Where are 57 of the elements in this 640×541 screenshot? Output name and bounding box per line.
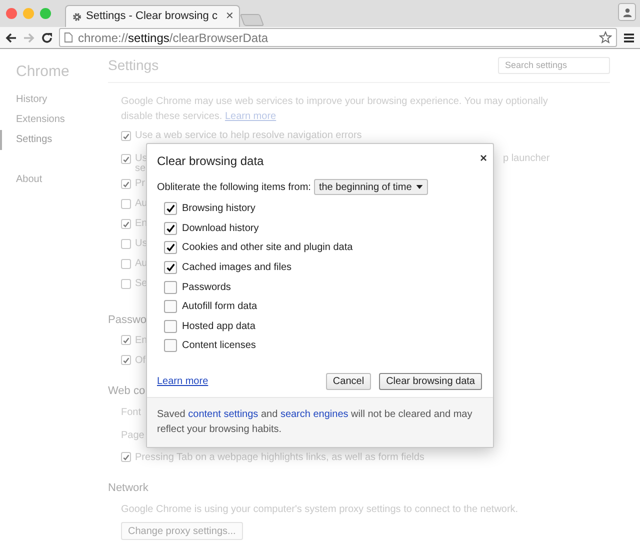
dialog-title: Clear browsing data bbox=[157, 153, 264, 169]
section-title: Passwo bbox=[108, 313, 147, 327]
checkbox[interactable] bbox=[164, 202, 177, 216]
checkbox[interactable] bbox=[121, 355, 131, 365]
sidebar-title: Chrome bbox=[15, 62, 70, 82]
close-icon[interactable]: ✕ bbox=[225, 9, 234, 24]
reload-icon[interactable] bbox=[41, 32, 53, 44]
person-icon bbox=[622, 6, 632, 18]
checkbox[interactable] bbox=[164, 320, 177, 333]
period-label: Obliterate the following items from: bbox=[157, 180, 311, 194]
caret-icon bbox=[416, 185, 423, 189]
checkbox[interactable] bbox=[121, 154, 131, 164]
footer-note: Saved content settings and search engines will not be cleared and may reflect your browsing habits. bbox=[157, 408, 474, 437]
url-text: chrome://settings/clearBrowserData bbox=[78, 30, 268, 46]
back-icon[interactable] bbox=[5, 32, 17, 44]
checkbox[interactable] bbox=[121, 452, 131, 462]
checkbox[interactable] bbox=[164, 280, 177, 294]
period-dropdown[interactable]: the beginning of time bbox=[314, 179, 428, 195]
checkbox-label: Cookies and other site and plugin data bbox=[182, 241, 353, 256]
section-title: Web co bbox=[108, 384, 146, 398]
checkbox-label: Content licenses bbox=[182, 339, 256, 354]
checkbox[interactable] bbox=[121, 199, 131, 209]
checkbox-label: Cached images and files bbox=[182, 261, 292, 276]
checkbox[interactable] bbox=[121, 279, 131, 289]
page-title: Settings bbox=[108, 56, 159, 75]
profile-button[interactable] bbox=[618, 3, 636, 21]
search-engines-link[interactable]: search engines bbox=[280, 408, 348, 420]
checkbox-label: Autofill form data bbox=[182, 300, 258, 314]
menu-icon[interactable] bbox=[623, 32, 635, 44]
page-icon bbox=[64, 32, 73, 43]
close-window-icon[interactable] bbox=[6, 8, 17, 18]
checkbox-label: Passwords bbox=[182, 280, 231, 295]
content-settings-link[interactable]: content settings bbox=[188, 408, 258, 420]
checkbox-label: Hosted app data bbox=[182, 320, 256, 334]
address-bar[interactable]: chrome://settings/clearBrowserData bbox=[59, 28, 617, 47]
section-title: Network bbox=[108, 481, 148, 495]
checkbox[interactable] bbox=[121, 259, 131, 269]
checkbox[interactable] bbox=[164, 261, 177, 274]
cancel-button[interactable]: Cancel bbox=[326, 372, 372, 390]
star-icon[interactable] bbox=[599, 31, 612, 44]
gear-icon bbox=[72, 12, 82, 22]
checkbox[interactable] bbox=[121, 179, 131, 189]
checkbox[interactable] bbox=[121, 239, 131, 249]
checkbox[interactable] bbox=[121, 131, 131, 141]
checkbox-label: Browsing history bbox=[182, 202, 256, 216]
browser-tab[interactable]: Settings - Clear browsing c ✕ bbox=[65, 5, 240, 27]
learn-more-link[interactable]: Learn more bbox=[157, 374, 208, 389]
checkbox[interactable] bbox=[164, 241, 177, 254]
checkbox[interactable] bbox=[121, 335, 131, 345]
clear-data-button[interactable]: Clear browsing data bbox=[379, 372, 482, 390]
checkbox[interactable] bbox=[164, 222, 177, 235]
checkbox[interactable] bbox=[164, 339, 177, 352]
checkbox-label: Download history bbox=[182, 222, 259, 236]
checkbox[interactable] bbox=[164, 300, 177, 314]
tab-title: Settings - Clear browsing c bbox=[86, 9, 218, 24]
close-button[interactable]: × bbox=[480, 152, 487, 164]
checkbox[interactable] bbox=[121, 219, 131, 229]
